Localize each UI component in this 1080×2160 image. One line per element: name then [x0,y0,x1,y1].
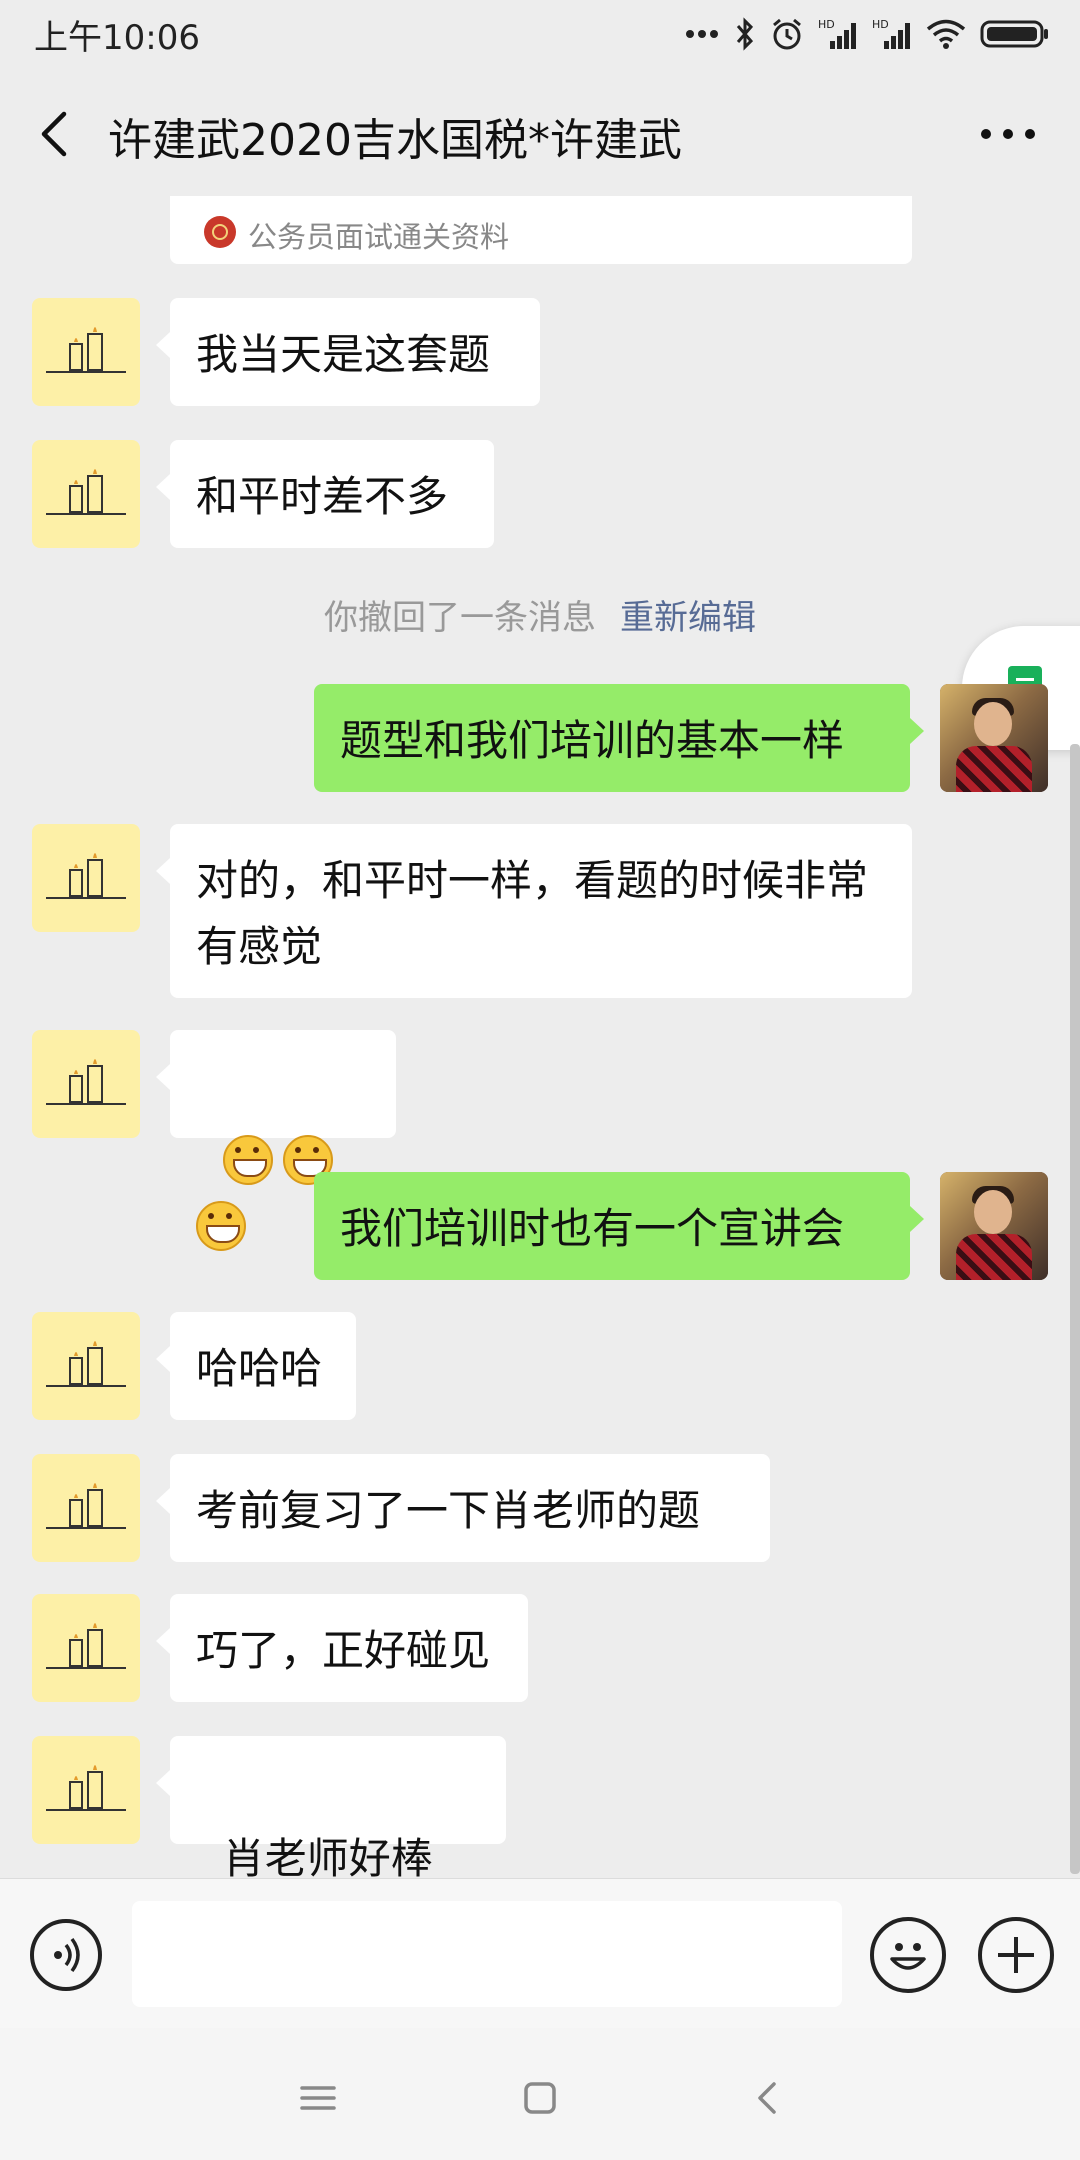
message-bubble[interactable]: 巧了，正好碰见 [156,1594,528,1702]
status-bar: 上午10:06 HD HD [0,0,1080,64]
home-icon[interactable] [510,2068,570,2128]
voice-icon [54,1937,80,1973]
candle-avatar-icon [46,1623,126,1669]
recall-notice: 你撤回了一条消息 重新编辑 [0,590,1080,639]
more-functions-button[interactable] [978,1917,1054,1993]
message-bubble[interactable]: 和平时差不多 [156,440,494,548]
candle-avatar-icon [46,1341,126,1387]
recall-text: 你撤回了一条消息 [324,598,596,638]
message-bubble[interactable]: 题型和我们培训的基本一样 [314,684,924,792]
emoji-button[interactable] [870,1917,946,1993]
svg-text:HD: HD [872,18,889,31]
alarm-icon [773,18,801,50]
signal-hd-icon: HD [872,18,910,49]
avatar[interactable] [32,1312,140,1420]
more-options-icon[interactable] [976,114,1040,154]
message-text: 肖老师好棒 [222,1834,433,1883]
wifi-icon [926,19,966,49]
candle-avatar-icon [46,853,126,899]
shared-link-card[interactable]: 公务员面试通关资料 [170,196,912,264]
avatar[interactable] [32,824,140,932]
message-bubble[interactable]: 哈哈哈 [156,1312,356,1420]
plus-icon [998,1937,1034,1973]
message-bubble[interactable]: 我们培训时也有一个宣讲会 [314,1172,924,1280]
candle-avatar-icon [46,1765,126,1811]
avatar[interactable] [32,1030,140,1138]
candle-avatar-icon [46,1059,126,1105]
message-bubble[interactable]: 肖老师好棒 [156,1736,506,1951]
voice-input-button[interactable] [30,1919,102,1991]
system-navigation-bar [0,2028,1080,2160]
chat-title: 许建武2020吉水国税*许建武 [108,115,682,166]
back-icon[interactable] [738,2068,798,2128]
chat-header: 许建武2020吉水国税*许建武 [0,64,1080,202]
avatar[interactable] [32,1454,140,1562]
message-bubble[interactable]: 我当天是这套题 [156,298,540,406]
self-avatar[interactable] [940,684,1048,792]
avatar[interactable] [32,1594,140,1702]
re-edit-link[interactable]: 重新编辑 [620,598,756,638]
message-bubble[interactable] [156,1030,396,1251]
signal-hd-icon: HD [818,18,856,49]
candle-avatar-icon [46,469,126,515]
bluetooth-icon [736,17,754,51]
avatar[interactable] [32,1736,140,1844]
more-dots-icon [686,30,718,38]
status-icons: HD HD [684,14,1050,54]
self-avatar[interactable] [940,1172,1048,1280]
status-time: 上午10:06 [34,18,200,58]
menu-icon[interactable] [288,2068,348,2128]
grin-emoji-icon [222,1134,273,1185]
source-logo-icon [204,216,236,248]
smiley-icon [890,1943,926,1970]
scrollbar[interactable] [1070,744,1080,1874]
back-arrow-icon[interactable] [30,104,80,164]
message-input[interactable] [132,1901,842,2007]
avatar[interactable] [32,298,140,406]
message-bubble[interactable]: 对的，和平时一样，看题的时候非常 有感觉 [156,824,912,998]
avatar[interactable] [32,440,140,548]
battery-icon [980,20,1048,48]
input-bar [0,1878,1080,2029]
link-source-name: 公务员面试通关资料 [248,220,510,254]
candle-avatar-icon [46,327,126,373]
svg-text:HD: HD [818,18,835,31]
candle-avatar-icon [46,1483,126,1529]
grin-emoji-icon [196,1200,246,1251]
message-bubble[interactable]: 考前复习了一下肖老师的题 [156,1454,770,1562]
